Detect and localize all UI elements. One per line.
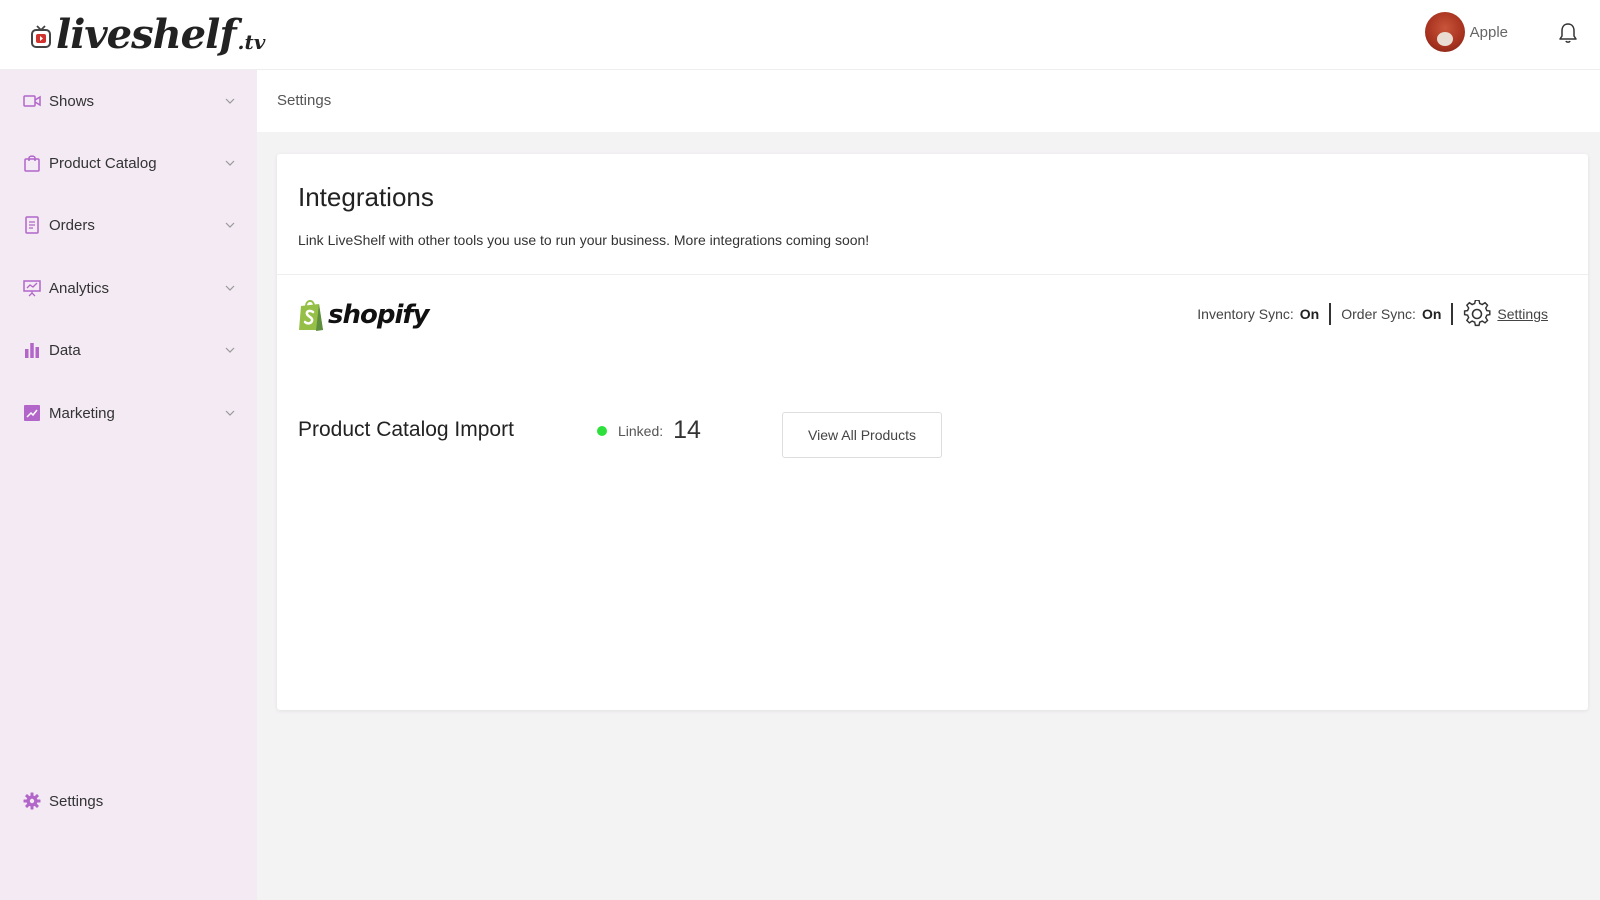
chevron-down-icon[interactable] — [224, 219, 236, 231]
shopify-settings-link[interactable]: Settings — [1497, 306, 1548, 322]
view-all-products-button[interactable]: View All Products — [782, 412, 942, 458]
shopify-bag-icon — [299, 300, 323, 331]
sidebar-item-orders[interactable]: Orders — [0, 205, 257, 245]
shopify-wordmark: shopify — [328, 300, 430, 330]
sidebar-item-label: Orders — [49, 216, 95, 234]
sidebar-item-data[interactable]: Data — [0, 330, 257, 370]
sidebar-item-shows[interactable]: Shows — [0, 81, 257, 121]
bar-chart-icon — [25, 343, 39, 358]
separator — [1329, 303, 1332, 325]
sidebar: Shows Product Catalog Orders Analytics D… — [0, 70, 257, 900]
chevron-down-icon[interactable] — [224, 344, 236, 356]
chevron-down-icon[interactable] — [224, 157, 236, 169]
sidebar-item-label: Data — [49, 341, 81, 359]
chevron-down-icon[interactable] — [224, 282, 236, 294]
status-dot — [597, 425, 607, 436]
breadcrumb: Settings — [277, 92, 332, 109]
chevron-down-icon[interactable] — [224, 407, 236, 419]
inventory-sync-label: Inventory Sync: — [1197, 306, 1294, 322]
divider — [277, 274, 1588, 275]
page-title: Integrations — [298, 182, 434, 212]
integrations-card: Integrations Link LiveShelf with other t… — [277, 154, 1588, 710]
sidebar-item-label: Settings — [49, 792, 104, 810]
sidebar-item-label: Marketing — [49, 404, 115, 422]
presentation-chart-icon — [23, 280, 41, 297]
catalog-import-title: Product Catalog Import — [298, 418, 514, 441]
separator — [1451, 303, 1454, 325]
linked-label: Linked: — [618, 422, 664, 439]
sidebar-item-marketing[interactable]: Marketing — [0, 393, 257, 433]
sidebar-item-label: Product Catalog — [49, 154, 157, 172]
logo[interactable]: liveshelf .tv — [30, 10, 265, 60]
shopping-bag-icon — [24, 155, 40, 172]
sidebar-item-product-catalog[interactable]: Product Catalog — [0, 143, 257, 183]
gear-icon — [23, 792, 41, 810]
trend-chart-icon — [24, 405, 40, 421]
sidebar-item-analytics[interactable]: Analytics — [0, 268, 257, 308]
logo-suffix: .tv — [237, 30, 266, 54]
sidebar-item-label: Shows — [49, 92, 95, 110]
tv-logo-icon — [31, 25, 51, 48]
bell-icon[interactable] — [1558, 22, 1578, 44]
order-sync-value: On — [1421, 306, 1442, 322]
linked-count: 14 — [673, 416, 701, 444]
inventory-sync-value: On — [1299, 306, 1320, 322]
main-content: Settings Integrations Link LiveShelf wit… — [257, 70, 1600, 900]
avatar[interactable] — [1424, 12, 1465, 52]
chevron-down-icon[interactable] — [224, 95, 236, 107]
sync-status: Inventory Sync: On Order Sync: On Settin… — [1197, 298, 1548, 330]
sidebar-item-settings[interactable]: Settings — [0, 781, 257, 821]
video-icon — [23, 95, 41, 107]
shopify-logo: shopify — [297, 298, 430, 332]
order-sync-label: Order Sync: — [1341, 306, 1416, 322]
linked-status: Linked: 14 — [597, 416, 701, 445]
user-menu[interactable]: Apple — [1424, 12, 1508, 52]
gear-icon[interactable] — [1463, 300, 1491, 328]
breadcrumb-bar: Settings — [257, 70, 1600, 132]
user-name[interactable]: Apple — [1470, 24, 1508, 41]
sidebar-item-label: Analytics — [49, 279, 110, 297]
top-bar: liveshelf .tv Apple — [0, 0, 1600, 70]
document-icon — [25, 216, 39, 234]
integrations-description: Link LiveShelf with other tools you use … — [298, 232, 870, 248]
logo-text: liveshelf — [56, 11, 237, 58]
